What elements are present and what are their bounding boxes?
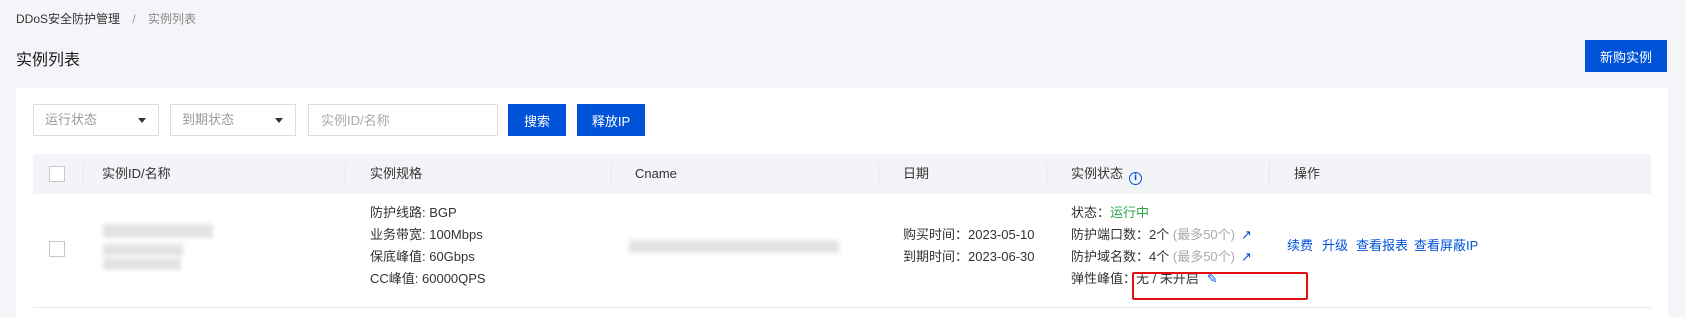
ports-limit: (最多50个) [1172, 227, 1235, 242]
header-id: 实例ID/名称 [102, 166, 171, 181]
column-divider [878, 162, 879, 186]
search-button[interactable]: 搜索 [508, 104, 566, 136]
status-state-label: 状态： [1071, 205, 1111, 220]
expire-date: 到期时间：2023-06-30 [903, 249, 1035, 264]
redacted-instance-id [103, 224, 213, 238]
view-report-link[interactable]: 查看报表 [1356, 235, 1408, 254]
ports-label: 防护端口数： [1071, 227, 1150, 242]
elastic-peak-highlight [1132, 272, 1308, 300]
share-arrow-icon[interactable]: ↗ [1241, 228, 1252, 243]
header-status: 实例状态 i [1071, 154, 1143, 194]
column-divider [345, 162, 346, 186]
breadcrumb-separator: / [132, 12, 136, 26]
run-status-placeholder: 运行状态 [45, 112, 98, 127]
caret-down-icon [138, 118, 146, 123]
new-instance-button[interactable]: 新购实例 [1585, 40, 1667, 72]
spec-cc: CC峰值: 60000QPS [370, 271, 486, 286]
expire-status-select[interactable]: 到期状态 [170, 104, 296, 136]
table-header: 实例ID/名称 实例规格 Cname 日期 实例状态 i 操作 [33, 154, 1651, 194]
breadcrumb: DDoS安全防护管理 / 实例列表 [16, 10, 196, 27]
breadcrumb-current: 实例列表 [148, 12, 197, 26]
status-badge: 运行中 [1110, 205, 1150, 220]
instance-panel: 运行状态 到期状态 搜索 释放IP 实例ID/名称 实例规格 Cname 日期 … [16, 88, 1668, 317]
breadcrumb-root[interactable]: DDoS安全防护管理 [16, 12, 120, 26]
spec-line: 防护线路: BGP [370, 205, 457, 220]
status-ports: 防护端口数：2个 (最多50个) ↗ [1071, 224, 1252, 243]
redacted-cname [629, 240, 839, 253]
spec-bandwidth: 业务带宽: 100Mbps [370, 227, 483, 242]
page-title: 实例列表 [16, 52, 81, 69]
release-ip-button[interactable]: 释放IP [577, 104, 645, 136]
header-cname: Cname [635, 166, 677, 181]
search-input[interactable] [308, 104, 498, 136]
share-arrow-icon[interactable]: ↗ [1241, 250, 1252, 265]
domains-value: 4个 [1149, 249, 1170, 264]
header-date: 日期 [903, 166, 930, 181]
row-checkbox[interactable] [49, 241, 65, 257]
info-circle-icon[interactable]: i [1129, 172, 1143, 185]
header-status-label: 实例状态 [1071, 166, 1124, 181]
upgrade-link[interactable]: 升级 [1322, 235, 1348, 254]
redacted-instance-name [103, 258, 181, 270]
purchase-date: 购买时间：2023-05-10 [903, 227, 1035, 242]
renew-link[interactable]: 续费 [1287, 235, 1313, 254]
table-row: 防护线路: BGP 业务带宽: 100Mbps 保底峰值: 60Gbps CC峰… [33, 194, 1651, 308]
elastic-label: 弹性峰值： [1071, 271, 1137, 286]
run-status-select[interactable]: 运行状态 [33, 104, 159, 136]
column-divider [1046, 162, 1047, 186]
ports-value: 2个 [1149, 227, 1170, 242]
select-all-checkbox[interactable] [49, 166, 65, 182]
status-domains: 防护域名数：4个 (最多50个) ↗ [1071, 246, 1252, 265]
header-actions: 操作 [1294, 166, 1321, 181]
domains-limit: (最多50个) [1172, 249, 1235, 264]
spec-guarantee: 保底峰值: 60Gbps [370, 249, 475, 264]
expire-status-placeholder: 到期状态 [182, 112, 235, 127]
column-divider [83, 162, 84, 186]
domains-label: 防护域名数： [1071, 249, 1150, 264]
column-divider [611, 162, 612, 186]
header-spec: 实例规格 [370, 166, 423, 181]
redacted-instance-id [103, 244, 183, 256]
column-divider [1269, 162, 1270, 186]
status-state: 状态：运行中 [1071, 202, 1149, 221]
caret-down-icon [275, 118, 283, 123]
view-blocked-ip-link[interactable]: 查看屏蔽IP [1414, 235, 1478, 254]
